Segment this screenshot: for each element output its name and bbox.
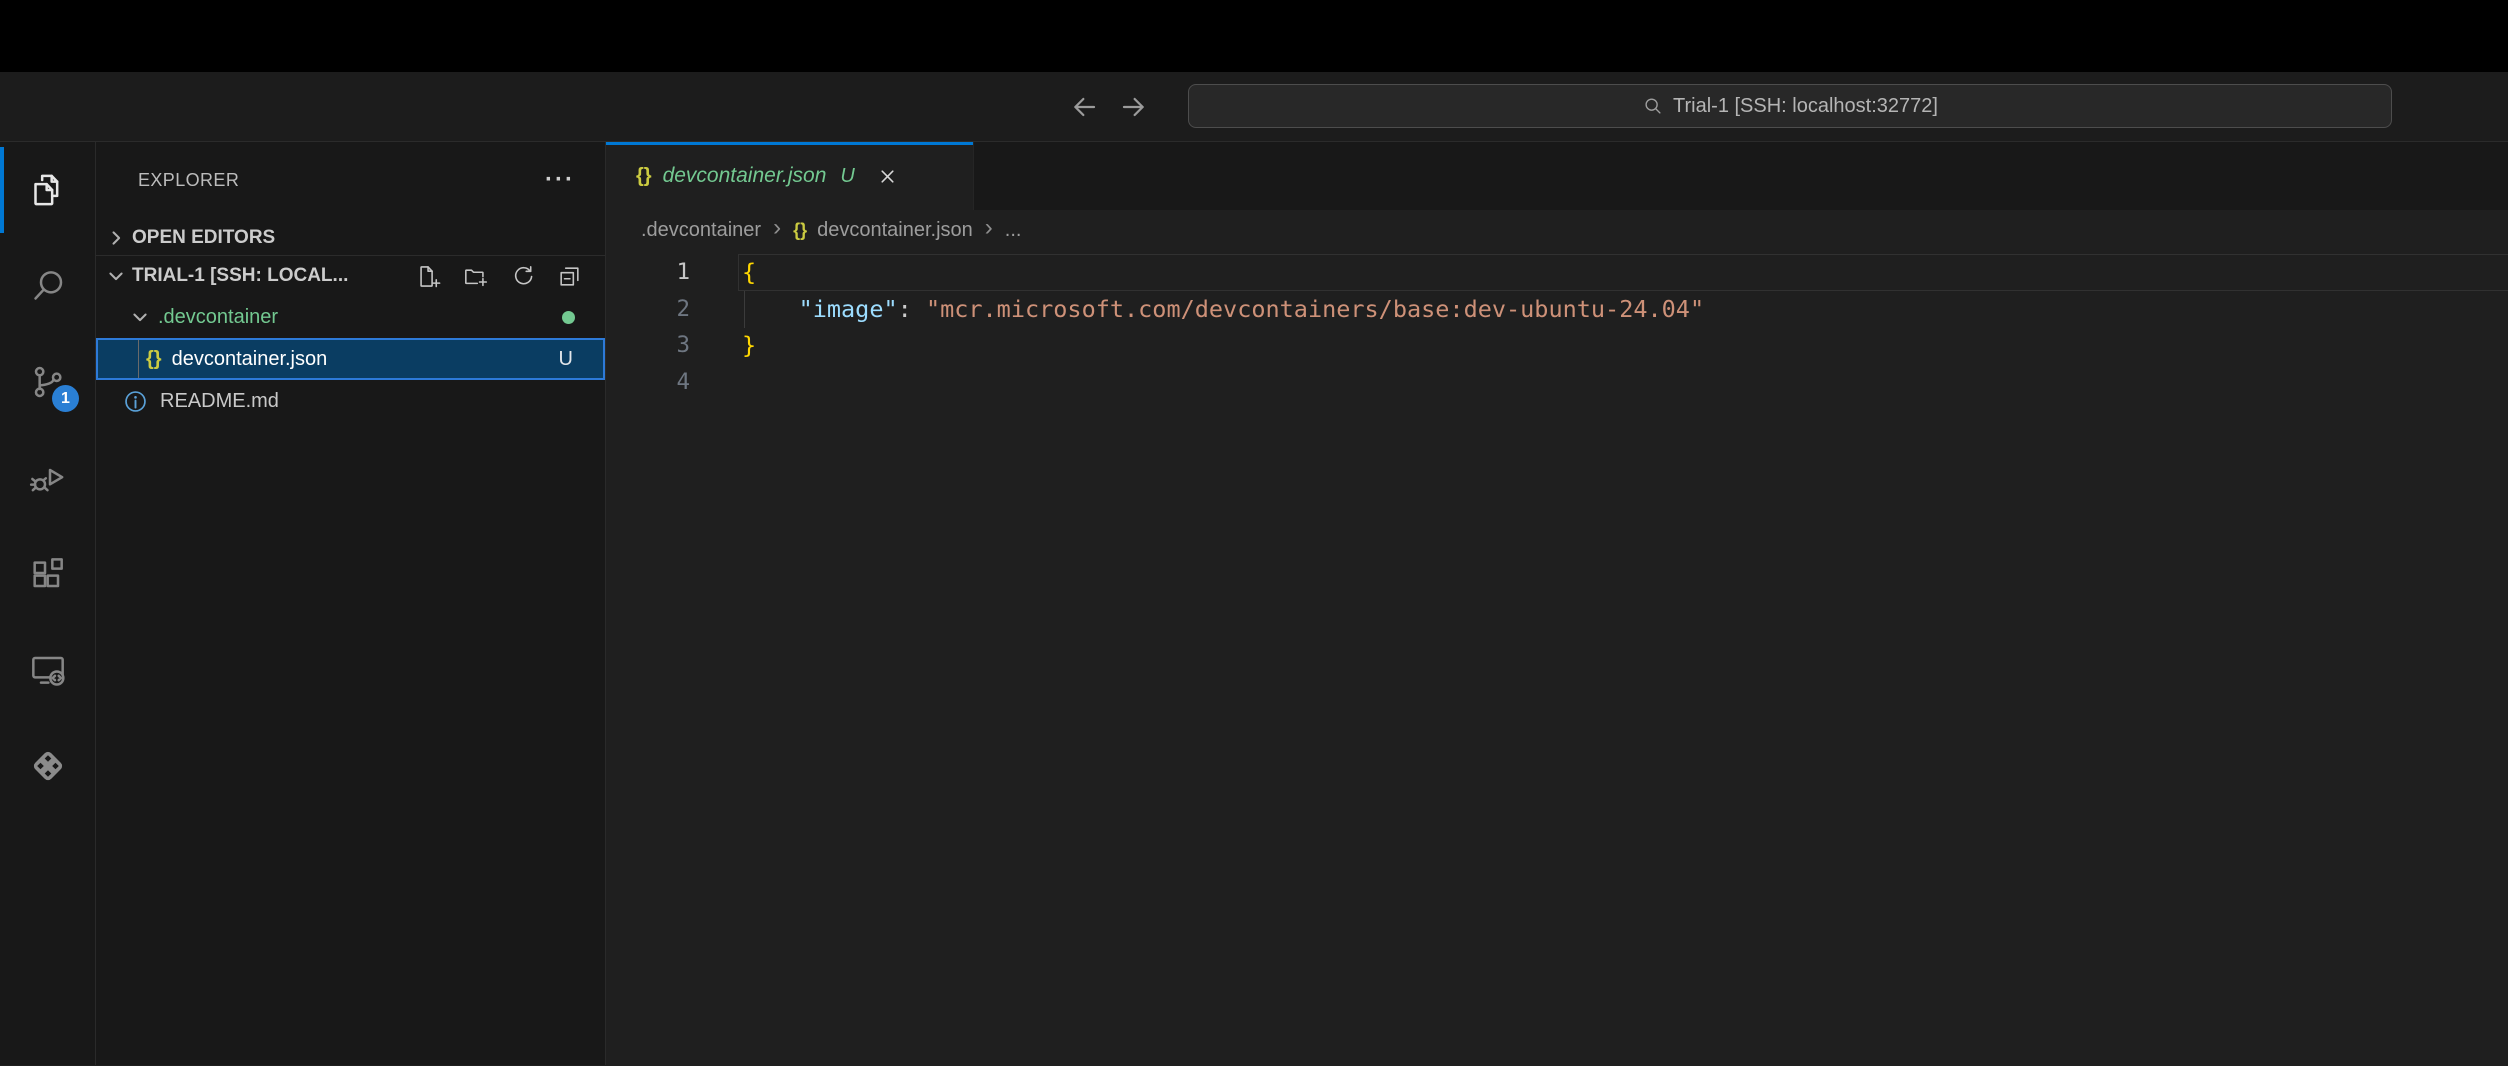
close-icon[interactable]: [876, 165, 899, 188]
json-file-icon: {}: [793, 220, 807, 241]
file-label: devcontainer.json: [172, 348, 328, 371]
arrow-left-icon: [1068, 91, 1100, 123]
run-debug-icon: [28, 458, 68, 498]
activity-bar: 1: [0, 142, 96, 1065]
workspace-label: TRIAL-1 [SSH: LOCAL...: [132, 265, 348, 287]
tab-bar: {} devcontainer.json U: [606, 142, 2508, 210]
arrow-right-icon: [1118, 91, 1150, 123]
line-number[interactable]: 2: [606, 296, 690, 322]
folder-label: .devcontainer: [158, 306, 278, 329]
scm-pending-badge: 1: [52, 385, 79, 412]
back-button[interactable]: [1068, 91, 1100, 123]
section-workspace[interactable]: TRIAL-1 [SSH: LOCAL...: [96, 256, 605, 296]
json-file-icon: {}: [636, 165, 652, 188]
diamond-grid-icon: [28, 746, 68, 786]
more-actions-icon[interactable]: ···: [545, 175, 575, 185]
line-number[interactable]: 1: [606, 259, 690, 285]
readme-info-icon: [122, 388, 149, 415]
tree-indent-guide: [138, 340, 139, 378]
vscode-window: Trial-1 [SSH: localhost:32772]: [0, 0, 2508, 1066]
tree-item-devcontainer-json[interactable]: {} devcontainer.json U: [96, 338, 605, 380]
line-number[interactable]: 3: [606, 332, 690, 358]
search-icon: [28, 266, 68, 306]
window-title: Trial-1 [SSH: localhost:32772]: [1673, 95, 1938, 118]
refresh-icon[interactable]: [509, 263, 536, 290]
titlebar: Trial-1 [SSH: localhost:32772]: [0, 72, 2508, 142]
files-icon: [28, 170, 68, 210]
chevron-down-icon: [130, 307, 150, 327]
chevron-down-icon: [106, 266, 126, 286]
history-nav: [1068, 72, 1150, 141]
activitybar-item-remote-desktop[interactable]: [0, 718, 95, 814]
breadcrumb-symbol[interactable]: ...: [1005, 219, 1022, 242]
search-icon: [1642, 95, 1664, 117]
forward-button[interactable]: [1118, 91, 1150, 123]
git-modified-dot: [562, 311, 575, 324]
remote-explorer-icon: [28, 650, 68, 690]
activitybar-item-search[interactable]: [0, 238, 95, 334]
explorer-toolbar: [415, 263, 605, 290]
activitybar-item-extensions[interactable]: [0, 526, 95, 622]
extensions-icon: [28, 554, 68, 594]
active-tab-border: [606, 142, 973, 145]
code-line[interactable]: 1 {: [606, 254, 2508, 291]
git-untracked-badge: U: [559, 348, 573, 371]
tree-item-readme[interactable]: README.md: [96, 380, 605, 422]
breadcrumb-file[interactable]: devcontainer.json: [817, 219, 973, 242]
activitybar-item-run-debug[interactable]: [0, 430, 95, 526]
active-indicator: [0, 147, 4, 233]
line-number[interactable]: 4: [606, 369, 690, 395]
section-label: OPEN EDITORS: [132, 227, 275, 249]
chevron-separator-icon: ›: [983, 218, 995, 242]
section-open-editors[interactable]: OPEN EDITORS: [96, 221, 605, 256]
breadcrumbs: .devcontainer › {} devcontainer.json › .…: [606, 210, 2508, 250]
activitybar-item-source-control[interactable]: 1: [0, 334, 95, 430]
tab-git-badge: U: [840, 165, 854, 188]
activitybar-item-remote-explorer[interactable]: [0, 622, 95, 718]
collapse-all-icon[interactable]: [556, 263, 583, 290]
file-label: README.md: [160, 390, 279, 413]
code-editor[interactable]: 1 { 2 "image": "mcr.microsoft.com/devcon…: [606, 250, 2508, 1065]
chevron-separator-icon: ›: [771, 218, 783, 242]
explorer-sidebar: EXPLORER ··· OPEN EDITORS TRIAL-1 [SSH: …: [96, 142, 606, 1065]
json-file-icon: {}: [146, 348, 162, 371]
activitybar-item-explorer[interactable]: [0, 142, 95, 238]
sidebar-title: EXPLORER: [138, 170, 239, 191]
macos-menubar-strip: [0, 0, 2508, 72]
tree-item-devcontainer-folder[interactable]: .devcontainer: [96, 296, 605, 338]
new-folder-icon[interactable]: [462, 263, 489, 290]
code-line[interactable]: 2 "image": "mcr.microsoft.com/devcontain…: [606, 291, 2508, 328]
sidebar-title-row: EXPLORER ···: [96, 156, 605, 204]
code-line[interactable]: 3 }: [606, 327, 2508, 364]
code-line[interactable]: 4: [606, 364, 2508, 401]
editor-group: {} devcontainer.json U .devcontainer › {…: [606, 142, 2508, 1065]
command-center-search[interactable]: Trial-1 [SSH: localhost:32772]: [1188, 84, 2392, 128]
tab-label: devcontainer.json: [663, 164, 827, 188]
chevron-right-icon: [106, 228, 126, 248]
breadcrumb-folder[interactable]: .devcontainer: [641, 219, 761, 242]
tab-devcontainer-json[interactable]: {} devcontainer.json U: [606, 142, 974, 210]
new-file-icon[interactable]: [415, 263, 442, 290]
